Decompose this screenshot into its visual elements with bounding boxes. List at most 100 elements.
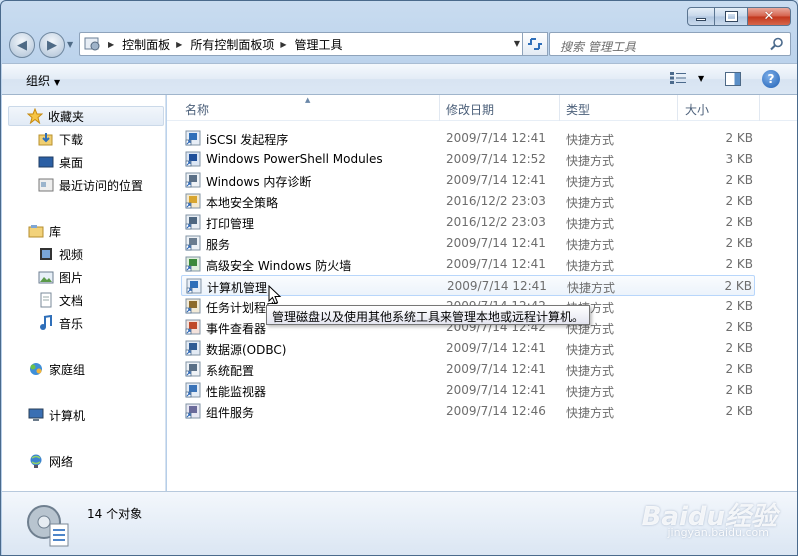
column-divider[interactable] bbox=[759, 95, 760, 121]
file-name: 服务 bbox=[206, 238, 231, 252]
file-name: 计算机管理 bbox=[207, 281, 268, 295]
close-button[interactable]: ✕ bbox=[747, 7, 791, 26]
file-size: 2 KB bbox=[725, 215, 753, 229]
column-header-size[interactable]: 大小 bbox=[685, 101, 709, 118]
music-icon bbox=[40, 315, 52, 330]
breadcrumb-root-arrow[interactable]: ▶ bbox=[102, 40, 122, 49]
explorer-window: ✕ ◀ ▶ ▼ ▶ 控制面板 ▶ 所有控制面板项 ▶ 管理工具 ▼ 搜索 管理工具 bbox=[0, 0, 798, 556]
help-button[interactable]: ? bbox=[762, 70, 780, 88]
sidebar-item-label: 图片 bbox=[59, 270, 84, 285]
file-row[interactable]: Windows 内存诊断 2009/7/14 12:41 快捷方式 2 KB bbox=[181, 170, 755, 191]
back-button[interactable]: ◀ bbox=[9, 32, 35, 58]
library-icon bbox=[28, 225, 44, 238]
column-divider[interactable] bbox=[559, 95, 560, 121]
file-row[interactable]: iSCSI 发起程序 2009/7/14 12:41 快捷方式 2 KB bbox=[181, 128, 755, 149]
recent-pages-dropdown[interactable]: ▼ bbox=[67, 40, 73, 49]
file-type: 快捷方式 bbox=[566, 196, 615, 210]
file-date: 2009/7/14 12:41 bbox=[446, 257, 546, 271]
shortcut-icon bbox=[185, 172, 201, 188]
minimize-button[interactable] bbox=[687, 7, 715, 26]
file-date: 2009/7/14 12:41 bbox=[446, 383, 546, 397]
navigation-pane: 收藏夹 下载 桌面 最近访问的位置 库 视频 图片 文档 音乐 家庭组 计算机 … bbox=[2, 95, 166, 491]
sidebar-network[interactable]: 网络 bbox=[28, 451, 73, 471]
file-name: 系统配置 bbox=[206, 364, 255, 378]
file-row[interactable]: 打印管理 2016/12/2 23:03 快捷方式 2 KB bbox=[181, 212, 755, 233]
close-icon: ✕ bbox=[763, 9, 775, 24]
search-icon[interactable] bbox=[770, 37, 784, 51]
sidebar-item-label: 下载 bbox=[59, 132, 84, 147]
file-size: 2 KB bbox=[725, 257, 753, 271]
file-row[interactable]: 本地安全策略 2016/12/2 23:03 快捷方式 2 KB bbox=[181, 191, 755, 212]
sidebar-item-label: 最近访问的位置 bbox=[59, 178, 144, 193]
sidebar-item-label: 视频 bbox=[59, 247, 84, 262]
homegroup-icon bbox=[30, 363, 42, 375]
sidebar-item-label: 文档 bbox=[59, 293, 84, 308]
caption-buttons: ✕ bbox=[687, 7, 791, 26]
minimize-icon bbox=[696, 18, 706, 21]
sidebar-libraries-label: 库 bbox=[49, 224, 62, 239]
sidebar-item-pictures[interactable]: 图片 bbox=[38, 267, 83, 287]
breadcrumb-all-items[interactable]: 所有控制面板项 ▶ bbox=[190, 36, 294, 53]
file-row[interactable]: 服务 2009/7/14 12:41 快捷方式 2 KB bbox=[181, 233, 755, 254]
file-row[interactable]: 系统配置 2009/7/14 12:41 快捷方式 2 KB bbox=[181, 359, 755, 380]
sidebar-item-documents[interactable]: 文档 bbox=[38, 290, 83, 310]
column-headers: ▲ 名称 修改日期 类型 大小 bbox=[167, 95, 797, 121]
file-size: 2 KB bbox=[725, 383, 753, 397]
sidebar-item-downloads[interactable]: 下载 bbox=[38, 129, 83, 149]
file-name: iSCSI 发起程序 bbox=[206, 133, 289, 147]
sidebar-item-music[interactable]: 音乐 bbox=[38, 313, 83, 333]
file-row[interactable]: 性能监视器 2009/7/14 12:41 快捷方式 2 KB bbox=[181, 380, 755, 401]
search-box[interactable]: 搜索 管理工具 bbox=[549, 32, 791, 56]
file-name: 数据源(ODBC) bbox=[206, 343, 287, 357]
column-header-date[interactable]: 修改日期 bbox=[446, 101, 494, 118]
organize-menu[interactable]: 组织 ▼ bbox=[26, 72, 60, 89]
change-view-button[interactable]: ▼ bbox=[670, 72, 704, 84]
breadcrumb-admin-tools[interactable]: 管理工具 bbox=[295, 36, 343, 53]
shortcut-icon bbox=[185, 382, 201, 398]
sidebar-homegroup[interactable]: 家庭组 bbox=[28, 359, 85, 379]
file-size: 2 KB bbox=[725, 173, 753, 187]
refresh-icon bbox=[528, 38, 542, 50]
refresh-button[interactable] bbox=[522, 32, 548, 56]
sort-ascending-icon: ▲ bbox=[305, 96, 311, 104]
file-size: 2 KB bbox=[725, 320, 753, 334]
file-row[interactable]: 高级安全 Windows 防火墙 2009/7/14 12:41 快捷方式 2 KB bbox=[181, 254, 755, 275]
maximize-button[interactable] bbox=[714, 7, 748, 26]
forward-button[interactable]: ▶ bbox=[39, 32, 65, 58]
sidebar-item-label: 音乐 bbox=[59, 316, 84, 331]
admin-tools-icon bbox=[27, 505, 69, 547]
column-divider[interactable] bbox=[677, 95, 678, 121]
sidebar-item-videos[interactable]: 视频 bbox=[38, 244, 83, 264]
column-header-type[interactable]: 类型 bbox=[566, 101, 590, 118]
search-placeholder: 搜索 管理工具 bbox=[560, 40, 636, 54]
downloads-folder-icon bbox=[38, 133, 53, 146]
sidebar-libraries[interactable]: 库 bbox=[28, 221, 61, 241]
sidebar-item-desktop[interactable]: 桌面 bbox=[38, 152, 83, 172]
sidebar-item-recent[interactable]: 最近访问的位置 bbox=[38, 175, 143, 195]
file-row[interactable]: 组件服务 2009/7/14 12:46 快捷方式 2 KB bbox=[181, 401, 755, 422]
file-type: 快捷方式 bbox=[566, 154, 615, 168]
breadcrumb-control-panel[interactable]: 控制面板 ▶ bbox=[122, 36, 190, 53]
file-row[interactable]: 数据源(ODBC) 2009/7/14 12:41 快捷方式 2 KB bbox=[181, 338, 755, 359]
maximize-icon bbox=[724, 11, 738, 22]
shortcut-icon bbox=[185, 403, 201, 419]
column-divider[interactable] bbox=[439, 95, 440, 121]
address-dropdown-icon[interactable]: ▼ bbox=[514, 39, 520, 48]
sidebar-favorites[interactable]: 收藏夹 bbox=[8, 106, 164, 126]
pictures-icon bbox=[38, 271, 54, 284]
file-type: 快捷方式 bbox=[566, 406, 615, 420]
file-name: Windows PowerShell Modules bbox=[206, 152, 383, 166]
file-date: 2016/12/2 23:03 bbox=[446, 215, 546, 229]
file-row[interactable]: Windows PowerShell Modules 2009/7/14 12:5… bbox=[181, 149, 755, 170]
sidebar-computer[interactable]: 计算机 bbox=[28, 405, 85, 425]
shortcut-icon bbox=[185, 340, 201, 356]
column-header-name[interactable]: 名称 bbox=[185, 101, 209, 118]
arrow-left-icon: ◀ bbox=[17, 37, 27, 53]
file-date: 2009/7/14 12:41 bbox=[446, 341, 546, 355]
file-type: 快捷方式 bbox=[566, 133, 615, 147]
file-name: 性能监视器 bbox=[206, 385, 267, 399]
preview-pane-button[interactable] bbox=[725, 72, 741, 86]
address-bar[interactable]: ▶ 控制面板 ▶ 所有控制面板项 ▶ 管理工具 ▼ bbox=[79, 32, 527, 56]
shortcut-icon bbox=[185, 298, 201, 314]
shortcut-icon bbox=[186, 278, 202, 294]
